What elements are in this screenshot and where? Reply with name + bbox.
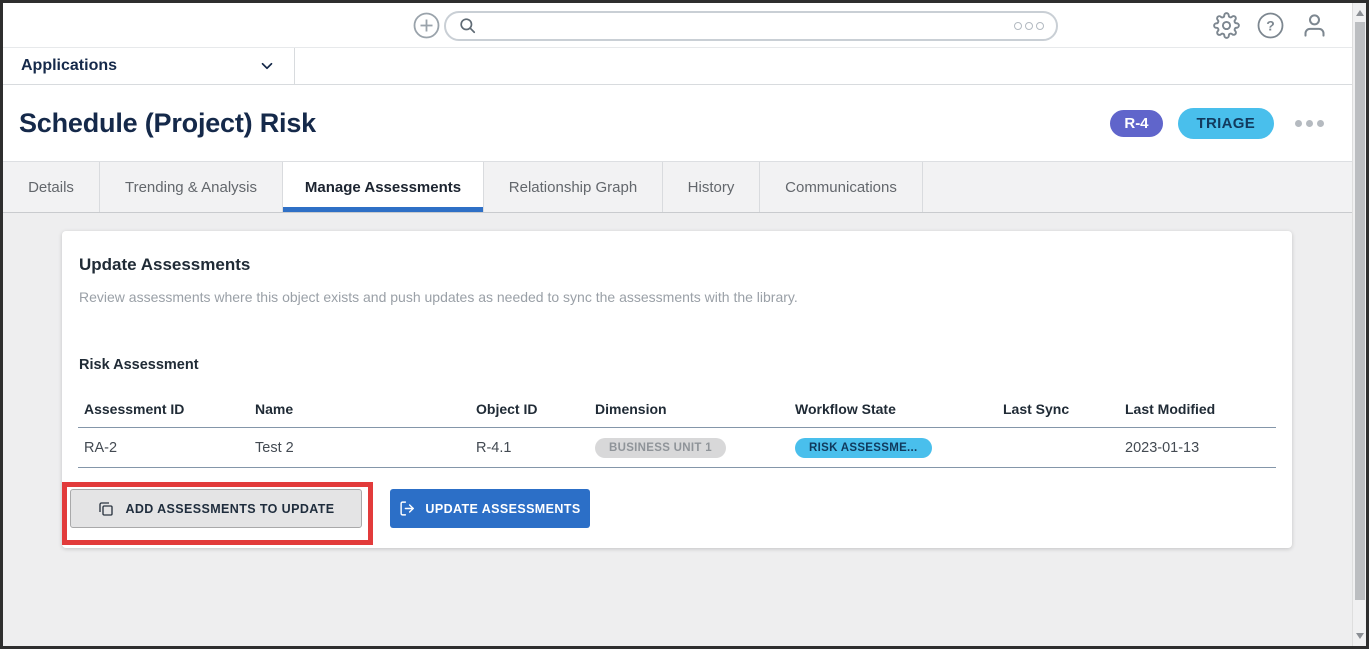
settings-button[interactable] <box>1213 12 1240 39</box>
cell-workflow-state: RISK ASSESSME... <box>789 437 997 458</box>
tab-history[interactable]: History <box>663 162 760 212</box>
tab-communications[interactable]: Communications <box>760 162 923 212</box>
dimension-badge: BUSINESS UNIT 1 <box>595 437 726 458</box>
tab-trending-analysis[interactable]: Trending & Analysis <box>100 162 283 212</box>
col-name: Name <box>255 401 294 417</box>
vertical-scrollbar[interactable] <box>1352 3 1366 646</box>
search-input[interactable] <box>486 18 1014 34</box>
card-title: Update Assessments <box>79 255 251 274</box>
tab-relationship-graph[interactable]: Relationship Graph <box>484 162 663 212</box>
person-icon <box>1304 14 1325 37</box>
col-assessment-id: Assessment ID <box>84 401 185 417</box>
object-id-badge: R-4 <box>1110 109 1163 137</box>
cell-last-modified: 2023-01-13 <box>1125 439 1200 456</box>
row-workflow-state-badge: RISK ASSESSME... <box>795 437 932 458</box>
user-menu-button[interactable] <box>1301 12 1328 39</box>
help-button[interactable]: ? <box>1257 12 1284 39</box>
cell-dimension: BUSINESS UNIT 1 <box>589 437 789 458</box>
plus-circle-icon <box>413 12 440 39</box>
update-button-label: UPDATE ASSESSMENTS <box>425 501 581 516</box>
cell-name: Test 2 <box>255 439 294 456</box>
col-last-sync: Last Sync <box>1003 401 1070 417</box>
scrollbar-thumb[interactable] <box>1354 22 1365 600</box>
search-options-icon[interactable] <box>1014 22 1044 30</box>
question-circle-icon: ? <box>1257 12 1284 39</box>
update-assessments-button[interactable]: UPDATE ASSESSMENTS <box>390 489 590 528</box>
global-search[interactable] <box>444 11 1058 41</box>
top-bar: ? <box>3 3 1366 48</box>
svg-text:?: ? <box>1266 18 1275 34</box>
cell-assessment-id: RA-2 <box>84 439 118 456</box>
add-button-label: ADD ASSESSMENTS TO UPDATE <box>125 501 335 516</box>
page-title: Schedule (Project) Risk <box>19 107 316 138</box>
app-window: ? Applications Schedule (Project) Risk R… <box>0 0 1369 649</box>
table-row[interactable]: RA-2 Test 2 R-4.1 BUSINESS UNIT 1 RISK A… <box>78 428 1276 468</box>
object-header: Schedule (Project) Risk R-4 TRIAGE <box>3 85 1366 162</box>
tab-bar: Details Trending & Analysis Manage Asses… <box>3 162 1366 213</box>
create-button[interactable] <box>413 12 440 39</box>
card-description: Review assessments where this object exi… <box>79 289 798 305</box>
applications-dropdown-label: Applications <box>21 57 118 74</box>
copy-icon <box>99 501 114 516</box>
tab-content: Update Assessments Review assessments wh… <box>3 213 1366 646</box>
scroll-up-arrow-icon[interactable] <box>1356 10 1364 16</box>
more-options-icon[interactable] <box>1295 119 1324 127</box>
tab-manage-assessments[interactable]: Manage Assessments <box>283 162 484 212</box>
section-title: Risk Assessment <box>79 357 199 373</box>
application-nav-bar: Applications <box>3 48 1366 85</box>
push-update-icon <box>400 501 415 516</box>
col-object-id: Object ID <box>476 401 538 417</box>
update-assessments-card: Update Assessments Review assessments wh… <box>62 231 1292 548</box>
search-icon <box>460 18 476 34</box>
assessments-table: Assessment ID Name Object ID Dimension W… <box>78 391 1276 468</box>
tab-details[interactable]: Details <box>3 162 100 212</box>
gear-icon <box>1213 12 1240 39</box>
table-header-row: Assessment ID Name Object ID Dimension W… <box>78 391 1276 428</box>
scroll-down-arrow-icon[interactable] <box>1356 633 1364 639</box>
col-workflow-state: Workflow State <box>795 401 896 417</box>
workflow-state-badge[interactable]: TRIAGE <box>1177 107 1274 139</box>
add-assessments-to-update-button[interactable]: ADD ASSESSMENTS TO UPDATE <box>70 489 362 528</box>
chevron-down-icon <box>261 62 273 70</box>
col-last-modified: Last Modified <box>1125 401 1216 417</box>
applications-dropdown[interactable]: Applications <box>3 48 295 84</box>
cell-object-id: R-4.1 <box>476 439 512 456</box>
col-dimension: Dimension <box>595 401 667 417</box>
